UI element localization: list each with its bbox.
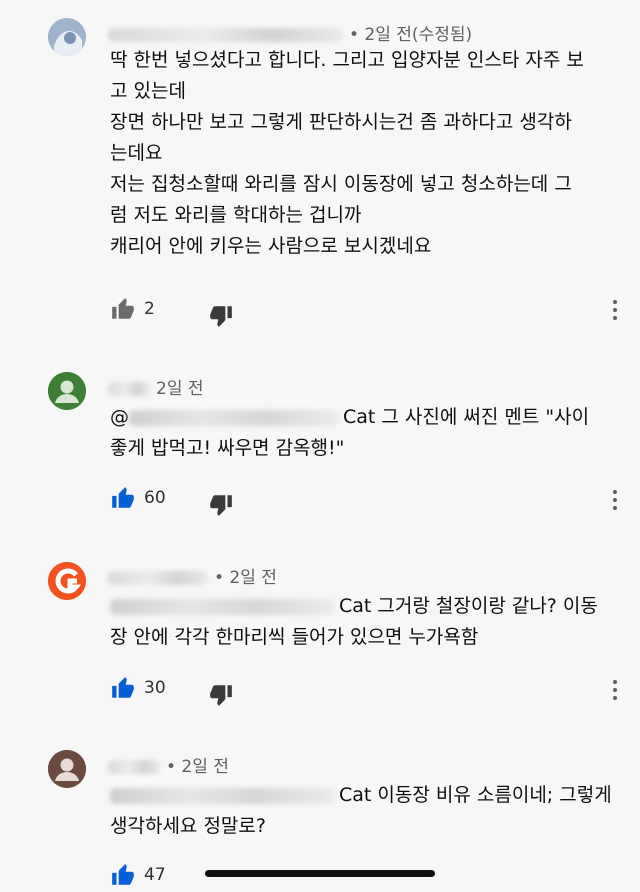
comment-timestamp: • 2일 전(수정됨) [349,25,473,45]
more-options-button[interactable] [610,300,620,326]
comment-body: 딱 한번 넣으셨다고 합니다. 그리고 입양자분 인스타 자주 보 고 있는데 … [110,45,622,262]
comment-meta: • 2일 전 [108,752,229,777]
person-icon [48,750,86,788]
comment-line: 는데요 [110,142,163,164]
comment-body: Cat 그거랑 철장이랑 같나? 이동 장 안에 각각 한마리씩 들어가 있으면… [110,591,622,653]
thumbs-up-icon [112,677,134,698]
avatar[interactable] [48,750,86,788]
thumbs-down-icon [210,306,232,327]
comment-line: 고 있는데 [110,80,186,102]
comment-line: Cat 그거랑 철장이랑 같나? 이동 [339,595,598,617]
home-indicator-bar[interactable] [205,870,435,877]
comment-actions: 47 [110,862,230,892]
mention-prefix: @ [110,406,129,428]
like-count: 2 [144,299,155,319]
like-button[interactable] [110,675,140,705]
thumbs-down-icon [210,495,232,516]
comment-line: Cat 그 사진에 써진 멘트 "사이 [343,406,590,428]
like-count: 60 [144,488,166,508]
more-options-button[interactable] [610,680,620,706]
like-count: 47 [144,865,166,885]
comment-line: 딱 한번 넣으셨다고 합니다. 그리고 입양자분 인스타 자주 보 [110,49,584,71]
more-options-button[interactable] [610,490,620,516]
comment-line: Cat 이동장 비유 소름이네; 그렇게 [339,784,612,806]
like-button[interactable] [110,862,140,892]
comment-line: 럼 저도 와리를 학대하는 겁니까 [110,204,362,226]
redacted-username [108,760,160,774]
redacted-username [108,28,343,42]
comment-meta: • 2일 전(수정됨) [108,20,472,45]
comment-line: 장면 하나만 보고 그렇게 판단하시는건 좀 과하다고 생각하 [110,111,572,133]
redacted-mention [129,409,339,426]
avatar[interactable] [48,562,86,600]
comment-line: 생각하세요 정말로? [110,815,266,837]
thumbs-down-icon [210,685,232,706]
avatar[interactable] [48,372,86,410]
avatar[interactable] [48,18,86,56]
comment-meta: 2일 전 [108,374,204,399]
like-count: 30 [144,678,166,698]
redacted-mention [110,787,335,804]
dislike-button[interactable] [208,492,238,522]
comment-actions: 2 [110,296,630,327]
comment-line: 캐리어 안에 키우는 사람으로 보시겠네요 [110,235,432,257]
dislike-button[interactable] [208,303,238,333]
comment-timestamp: • 2일 전 [214,568,277,588]
comment-line: 좋게 밥먹고! 싸우면 감옥행!" [110,437,345,459]
comment-body: @ Cat 그 사진에 써진 멘트 "사이 좋게 밥먹고! 싸우면 감옥행!" [110,402,622,464]
comment-line: 장 안에 각각 한마리씩 들어가 있으면 누가욕함 [110,626,479,648]
redacted-username [108,382,150,396]
thumbs-up-icon [112,298,134,319]
comment-meta: • 2일 전 [108,563,277,588]
like-button[interactable] [110,485,140,515]
comment-timestamp: 2일 전 [156,379,204,399]
redacted-username [108,571,208,585]
comment-timestamp: • 2일 전 [166,757,229,777]
person-icon [48,372,86,410]
like-button[interactable] [110,296,140,326]
person-icon [48,18,86,56]
more-vert-icon [613,680,617,684]
dislike-button[interactable] [208,682,238,712]
comment-line: 저는 집청소할때 와리를 잠시 이동장에 넣고 청소하는데 그 [110,173,572,195]
thumbs-up-icon [112,864,134,885]
more-vert-icon [613,300,617,304]
comment-actions: 60 [110,485,630,516]
redacted-mention [110,598,335,615]
more-vert-icon [613,490,617,494]
thumbs-up-icon [112,487,134,508]
person-icon [48,562,86,600]
comment-actions: 30 [110,675,630,706]
comment-body: Cat 이동장 비유 소름이네; 그렇게 생각하세요 정말로? [110,780,622,842]
